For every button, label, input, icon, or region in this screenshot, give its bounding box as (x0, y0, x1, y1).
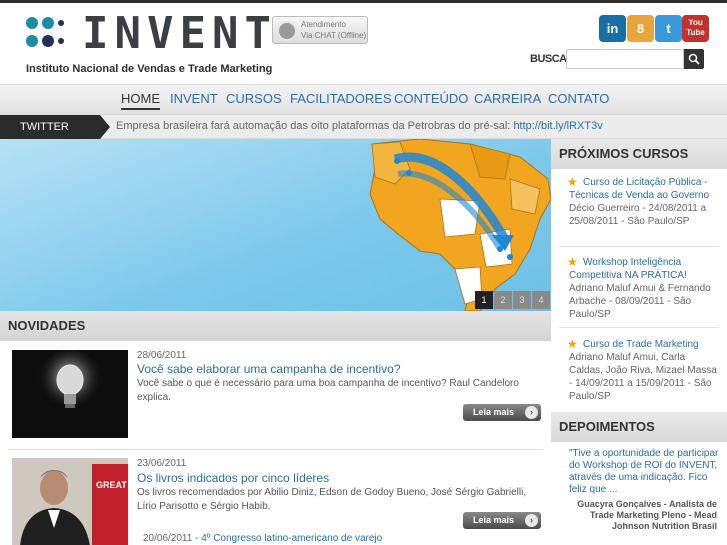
course-title[interactable]: Workshop Inteligência Competitiva NA PRÁ… (569, 256, 719, 282)
news-excerpt: Os livros recomendados por Abilio Diniz,… (137, 487, 527, 512)
course-item[interactable]: ★ Curso de Trade Marketing Adriano Maluf… (567, 337, 719, 403)
search-input[interactable] (566, 49, 684, 69)
youtube-icon[interactable]: You Tube (682, 15, 709, 42)
news-thumbnail[interactable]: GREAT (12, 458, 128, 545)
chat-button[interactable]: Atendimento Via CHAT (Offline) (272, 16, 368, 44)
nav-contato[interactable]: CONTATO (548, 91, 609, 106)
course-meta: Décio Guerreiro - 24/08/2011 a 25/08/201… (569, 203, 707, 227)
brazil-map-image (369, 139, 551, 311)
nav-carreira[interactable]: CARREIRA (474, 91, 541, 106)
book-label: GREAT (96, 480, 127, 490)
news-date: 28/06/2011 (137, 350, 187, 361)
news-heading: NOVIDADES (0, 311, 551, 341)
chevron-right-icon: › (525, 514, 538, 527)
chevron-right-icon: › (525, 406, 538, 419)
twitter-message: Empresa brasileira fará automação das oi… (116, 120, 603, 132)
star-icon: ★ (567, 337, 578, 351)
orkut-icon[interactable]: 8 (627, 15, 654, 42)
course-title[interactable]: Curso de Trade Marketing (569, 338, 719, 351)
chat-label-line1: Atendimento (301, 20, 346, 29)
courses-heading: PRÓXIMOS CURSOS (551, 139, 727, 169)
news-excerpt: Você sabe o que é necessário para uma bo… (137, 378, 519, 403)
news-title[interactable]: Você sabe elaborar uma campanha de incen… (137, 362, 401, 376)
twitter-text: Empresa brasileira fará automação das oi… (116, 120, 511, 132)
chat-icon (277, 21, 297, 41)
nav-facilitadores[interactable]: FACILITADORES (290, 91, 392, 106)
slider-page-1[interactable]: 1 (475, 291, 493, 309)
nav-conteudo[interactable]: CONTEÚDO (394, 91, 468, 106)
slider-page-2[interactable]: 2 (494, 291, 512, 309)
lightbulb-icon (12, 350, 128, 438)
testimonials-heading: DEPOIMENTOS (551, 412, 727, 442)
hero-slider[interactable] (0, 139, 551, 311)
star-icon: ★ (567, 175, 578, 189)
news-date: 23/06/2011 (137, 458, 187, 469)
header: INVENT Instituto Nacional de Vendas e Tr… (0, 0, 727, 84)
nav-home[interactable]: HOME (121, 91, 160, 110)
logo-text[interactable]: INVENT (82, 9, 277, 59)
twitter-label: TWITTER (0, 115, 110, 139)
read-more-button[interactable]: Leia mais › (463, 512, 541, 529)
logo-dots-icon[interactable] (26, 15, 66, 55)
nav-cursos[interactable]: CURSOS (226, 91, 282, 106)
person-photo: GREAT (12, 458, 128, 545)
news-title[interactable]: 4º Congresso latino-americano de varejo (201, 533, 382, 544)
course-meta: Adriano Maluf Amui & Fernando Arbache - … (569, 283, 711, 320)
chat-label-line2: Via CHAT (Offline) (301, 31, 367, 40)
divider (559, 246, 719, 247)
read-more-button[interactable]: Leia mais › (463, 404, 541, 421)
twitter-icon[interactable]: t (655, 15, 682, 42)
news-title[interactable]: Os livros indicados por cinco líderes (137, 471, 329, 485)
nav-invent[interactable]: INVENT (170, 91, 218, 106)
divider (559, 327, 719, 328)
news-list-item[interactable]: 20/06/2011 - 4º Congresso latino-america… (143, 533, 382, 544)
search-icon (688, 53, 700, 65)
testimonial-author: Guacyra Gonçalves - Analista de Trade Ma… (577, 499, 717, 531)
logo-subtitle: Instituto Nacional de Vendas e Trade Mar… (26, 63, 273, 75)
course-meta: Adriano Maluf Amui, Carla Caldas, João R… (569, 352, 717, 402)
search-button[interactable] (684, 49, 704, 69)
course-title[interactable]: Curso de Licitação Pública - Técnicas de… (569, 176, 719, 202)
sidebar: PRÓXIMOS CURSOS ★ Curso de Licitação Púb… (551, 139, 727, 545)
page: INVENT Instituto Nacional de Vendas e Tr… (0, 0, 727, 545)
read-more-label: Leia mais (473, 515, 515, 525)
slider-page-4[interactable]: 4 (532, 291, 550, 309)
read-more-label: Leia mais (473, 407, 515, 417)
course-item[interactable]: ★ Curso de Licitação Pública - Técnicas … (567, 175, 719, 228)
divider (8, 449, 543, 450)
twitter-ticker: TWITTER Empresa brasileira fará automaçã… (0, 114, 727, 139)
course-item[interactable]: ★ Workshop Inteligência Competitiva NA P… (567, 255, 719, 321)
news-date: 20/06/2011 - (143, 533, 199, 544)
news-thumbnail[interactable] (12, 350, 128, 438)
main-nav: HOME INVENT CURSOS FACILITADORES CONTEÚD… (0, 84, 727, 114)
slider-page-3[interactable]: 3 (513, 291, 531, 309)
testimonial-text[interactable]: "Tive a oportunidade de participar do Wo… (569, 448, 719, 496)
twitter-link[interactable]: http://bit.ly/lRXT3v (513, 120, 602, 132)
linkedin-icon[interactable]: in (599, 15, 626, 42)
star-icon: ★ (567, 255, 578, 269)
